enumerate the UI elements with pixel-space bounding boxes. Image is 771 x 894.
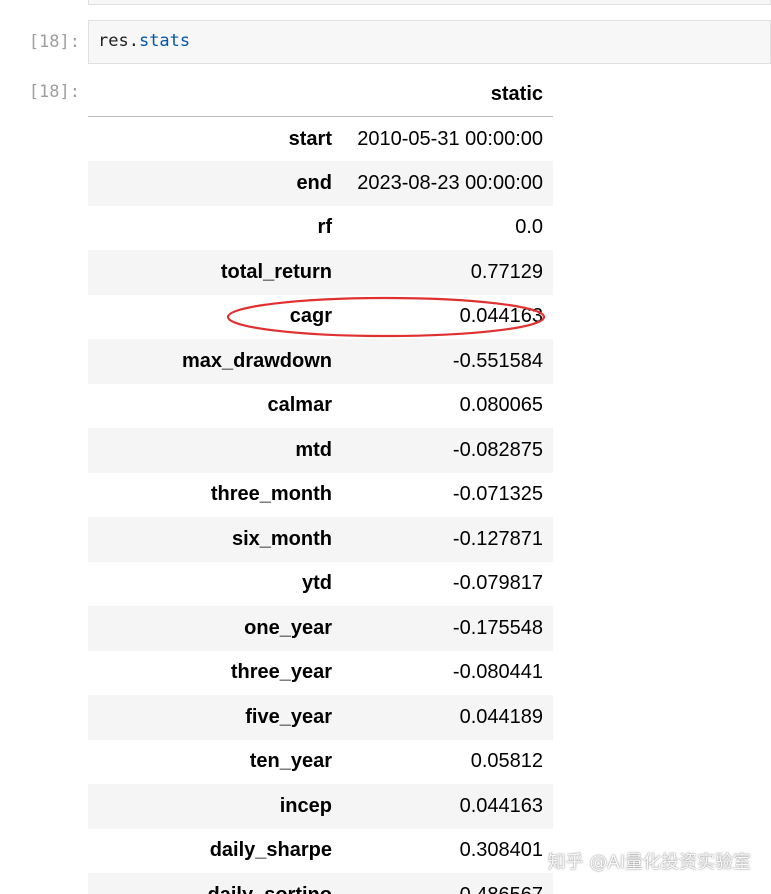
table-row: ten_year 0.05812 [88,740,553,785]
row-label: start [288,127,332,150]
row-label: daily_sortino [88,873,340,894]
previous-cell[interactable] [88,0,771,5]
row-label: mtd [88,428,340,473]
table-row: daily_sharpe 0.308401 [88,829,553,874]
table-header-row: static [88,72,553,117]
row-value: 0.308401 [459,839,543,862]
table-row: rf 0.0 [88,206,553,251]
table-row: calmar 0.080065 [88,384,553,429]
table-row: end 2023-08-23 00:00:00 [88,161,553,206]
row-value: 0.044163 [340,784,553,829]
code-object: res. [98,31,139,51]
code-attribute: stats [138,31,191,51]
row-value: -0.080441 [452,661,543,684]
row-value: -0.079817 [452,572,543,595]
row-value: 0.486567 [340,873,553,894]
row-label: incep [88,784,340,829]
row-label: end [88,161,340,206]
row-value: 0.080065 [459,394,543,417]
notebook-page: [18]: res.stats [18]: static start 2010-0… [0,0,771,894]
row-value: 0.044189 [340,695,553,740]
row-value: -0.551584 [340,339,553,384]
table-row: start 2010-05-31 00:00:00 [88,117,553,162]
table-body: start 2010-05-31 00:00:00 end 2023-08-23 0… [88,117,553,894]
table-row: six_month -0.127871 [88,517,553,562]
output-area: static start 2010-05-31 00:00:00 end 2023-… [88,72,553,894]
table-row: total_return 0.77129 [88,250,553,295]
zhihu-watermark: 知乎 @AI量化投资实验室 [547,852,751,873]
row-value: -0.127871 [340,517,553,562]
row-label: six_month [88,517,340,562]
table-row: one_year -0.175548 [88,606,553,651]
table-row: three_month -0.071325 [88,473,553,518]
row-label: cagr [289,305,332,328]
column-header-static: static [340,72,553,117]
row-value: -0.082875 [340,428,553,473]
row-value: -0.175548 [340,606,553,651]
row-value: 0.044163 [459,305,543,328]
table-row: cagr 0.044163 [88,295,553,340]
row-label: three_month [210,483,332,506]
row-label: rf [317,216,332,239]
row-label: daily_sharpe [209,839,332,862]
row-label: ten_year [249,750,332,773]
table-row: max_drawdown -0.551584 [88,339,553,384]
output-prompt: [18]: [28,82,80,102]
table-row: ytd -0.079817 [88,562,553,607]
table-row: three_year -0.080441 [88,651,553,696]
row-label: one_year [88,606,340,651]
row-value: 2023-08-23 00:00:00 [340,161,553,206]
row-value: 2010-05-31 00:00:00 [357,127,543,150]
stats-dataframe: static start 2010-05-31 00:00:00 end 2023-… [88,72,553,894]
table-row: daily_sortino0.486567 [88,873,553,894]
index-header [88,72,340,117]
row-value: 0.0 [515,216,543,239]
row-label: three_year [230,661,332,684]
row-label: calmar [267,394,333,417]
row-value: 0.77129 [340,250,553,295]
table-row: five_year 0.044189 [88,695,553,740]
input-prompt: [18]: [28,32,80,52]
table-row: incep 0.044163 [88,784,553,829]
row-label: total_return [88,250,340,295]
code-input-cell[interactable]: res.stats [88,20,771,64]
row-label: max_drawdown [88,339,340,384]
row-label: five_year [88,695,340,740]
table-row: mtd -0.082875 [88,428,553,473]
row-value: -0.071325 [452,483,543,506]
row-value: 0.05812 [470,750,543,773]
row-label: ytd [302,572,332,595]
